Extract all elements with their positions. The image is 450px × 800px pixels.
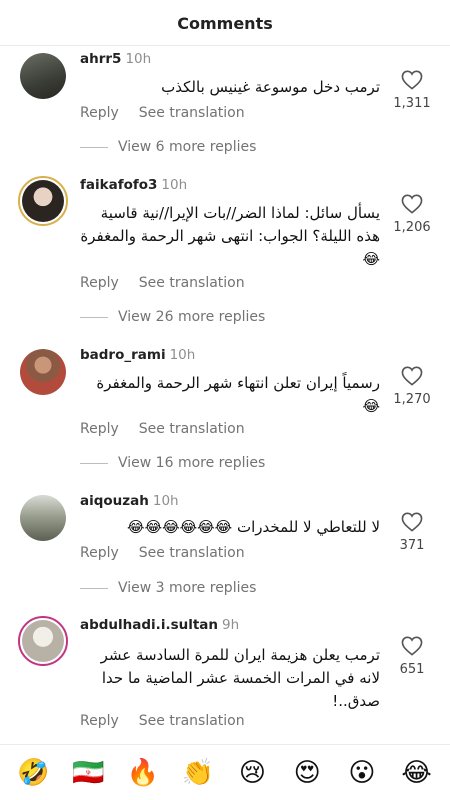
like-count: 1,311	[393, 96, 431, 111]
comment-text: يسأل سائل: لماذا الضر//بات الإيرا//نية ق…	[80, 204, 380, 268]
like-button[interactable]: 371	[392, 512, 432, 553]
see-translation-button[interactable]: See translation	[139, 421, 245, 437]
heart-icon[interactable]	[401, 636, 423, 656]
header-title: Comments	[177, 14, 273, 33]
like-count: 371	[399, 538, 425, 553]
comment-actions: Reply See translation	[80, 105, 265, 121]
comment-username[interactable]: aiqouzah 10h	[80, 493, 179, 509]
reply-button[interactable]: Reply	[80, 545, 119, 561]
reply-button[interactable]: Reply	[80, 713, 119, 729]
avatar[interactable]	[20, 53, 66, 99]
comment-actions: Reply See translation	[80, 275, 265, 291]
emoji-quick-bar: 🤣 🇮🇷 🔥 👏 😢 😍 😮 😂	[0, 744, 450, 800]
divider-line	[80, 462, 108, 464]
heart-icon[interactable]	[401, 512, 423, 532]
comment-time: 10h	[125, 51, 152, 67]
comment-text: ترمب يعلن هزيمة ايران للمرة السادسة عشر …	[100, 646, 380, 710]
reply-button[interactable]: Reply	[80, 421, 119, 437]
comment-text: لا للتعاطي لا للمخدرات 😂😂😂😂😂😂	[127, 518, 380, 536]
see-translation-button[interactable]: See translation	[139, 275, 245, 291]
view-more-replies[interactable]: View 3 more replies	[80, 580, 256, 596]
avatar[interactable]	[20, 349, 66, 395]
like-button[interactable]: 651	[392, 636, 432, 677]
divider-line	[80, 146, 108, 148]
tears-of-joy-emoji-icon[interactable]: 😂	[399, 758, 435, 788]
iran-flag-emoji-icon[interactable]: 🇮🇷	[70, 758, 106, 788]
comment-username[interactable]: faikafofo3 10h	[80, 177, 187, 193]
like-button[interactable]: 1,311	[392, 70, 432, 111]
see-translation-button[interactable]: See translation	[139, 545, 245, 561]
comment-username[interactable]: ahrr5 10h	[80, 51, 151, 67]
avatar[interactable]	[20, 495, 66, 541]
comment-text: رسمياً إيران تعلن انتهاء شهر الرحمة والم…	[96, 374, 380, 415]
comment-time: 9h	[222, 617, 240, 633]
like-button[interactable]: 1,206	[392, 194, 432, 235]
comment-time: 10h	[161, 177, 188, 193]
comment-time: 10h	[152, 493, 179, 509]
see-translation-button[interactable]: See translation	[139, 105, 245, 121]
see-translation-button[interactable]: See translation	[139, 713, 245, 729]
divider-line	[80, 587, 108, 589]
surprised-emoji-icon[interactable]: 😮	[344, 758, 380, 788]
fire-emoji-icon[interactable]: 🔥	[125, 758, 161, 788]
crying-emoji-icon[interactable]: 😢	[234, 758, 270, 788]
heart-icon[interactable]	[401, 366, 423, 386]
comment-time: 10h	[169, 347, 196, 363]
view-more-replies[interactable]: View 26 more replies	[80, 309, 265, 325]
like-count: 1,270	[393, 392, 431, 407]
reply-button[interactable]: Reply	[80, 275, 119, 291]
divider-line	[80, 316, 108, 318]
heart-icon[interactable]	[401, 194, 423, 214]
comment-actions: Reply See translation	[80, 421, 265, 437]
comment-username[interactable]: abdulhadi.i.sultan 9h	[80, 617, 239, 633]
avatar[interactable]	[18, 176, 68, 226]
comment-actions: Reply See translation	[80, 545, 265, 561]
like-count: 1,206	[393, 220, 431, 235]
comment-username[interactable]: badro_rami 10h	[80, 347, 195, 363]
reply-button[interactable]: Reply	[80, 105, 119, 121]
like-count: 651	[399, 662, 425, 677]
rofl-emoji-icon[interactable]: 🤣	[15, 758, 51, 788]
comment-text: ترمب دخل موسوعة غينيس بالكذب	[161, 78, 380, 96]
comments-header: Comments	[0, 0, 450, 46]
heart-eyes-emoji-icon[interactable]: 😍	[289, 758, 325, 788]
avatar[interactable]	[18, 616, 68, 666]
like-button[interactable]: 1,270	[392, 366, 432, 407]
clapping-emoji-icon[interactable]: 👏	[180, 758, 216, 788]
view-more-replies[interactable]: View 6 more replies	[80, 139, 256, 155]
heart-icon[interactable]	[401, 70, 423, 90]
comment-actions: Reply See translation	[80, 713, 265, 729]
view-more-replies[interactable]: View 16 more replies	[80, 455, 265, 471]
